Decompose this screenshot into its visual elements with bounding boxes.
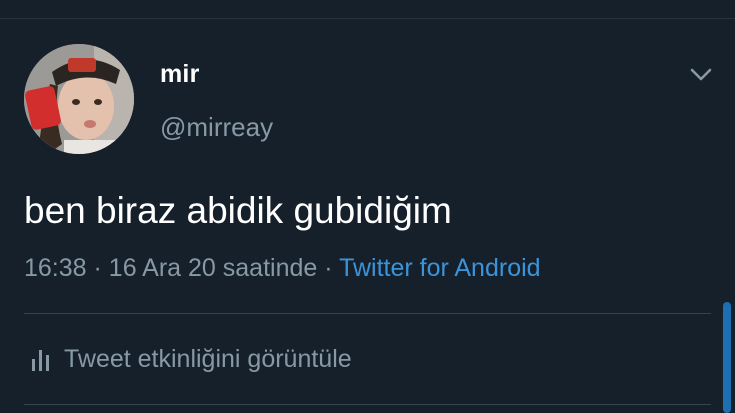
- top-divider: [0, 18, 735, 19]
- display-name[interactable]: mir: [160, 60, 200, 89]
- user-handle[interactable]: @mirreay: [160, 112, 273, 143]
- view-tweet-activity-button[interactable]: Tweet etkinliğini görüntüle: [30, 342, 352, 376]
- scrollbar[interactable]: [723, 302, 731, 413]
- avatar[interactable]: [24, 44, 134, 154]
- tweet-detail-screen: mir @mirreay ben biraz abidik gubidiğim …: [0, 0, 735, 413]
- bar-chart-icon: [32, 350, 49, 371]
- tweet-time: 16:38: [24, 254, 87, 282]
- meta-separator: ·: [324, 254, 333, 282]
- divider: [24, 313, 711, 314]
- tweet-meta: 16:38 · 16 Ara 20 saatinde · Twitter for…: [24, 254, 541, 283]
- tweet-source-link[interactable]: Twitter for Android: [339, 254, 540, 282]
- avatar-image: [24, 44, 134, 154]
- tweet-date: 16 Ara 20 saatinde: [108, 254, 318, 282]
- meta-separator: ·: [93, 254, 102, 282]
- tweet-text: ben biraz abidik gubidiğim: [24, 190, 452, 231]
- divider: [24, 404, 711, 405]
- chevron-down-icon[interactable]: [686, 60, 716, 90]
- view-tweet-activity-label: Tweet etkinliğini görüntüle: [64, 344, 352, 373]
